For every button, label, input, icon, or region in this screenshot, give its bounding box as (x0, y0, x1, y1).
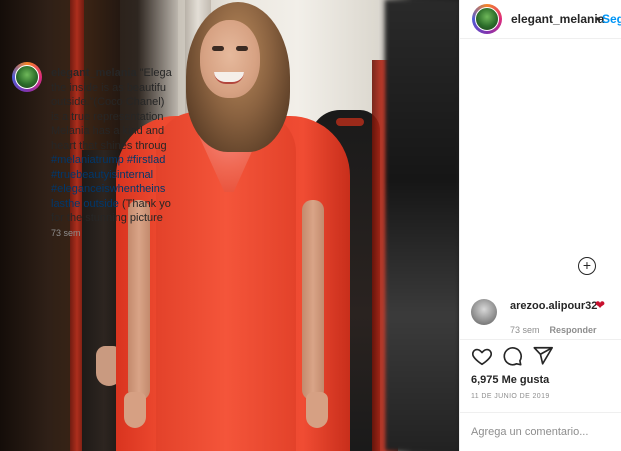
photo-eye (212, 46, 224, 51)
comment-meta: 73 sem Responder (510, 325, 597, 335)
photo-hand-left (124, 392, 146, 428)
post-date: 11 DE JUNIO DE 2019 (471, 393, 550, 400)
caption-avatar[interactable] (12, 62, 42, 92)
caption-line: the inside is as beautifu (51, 81, 166, 94)
post-header: elegant_melania • Segu (460, 0, 621, 39)
caption-timestamp: 73 sem (51, 228, 81, 238)
comment-timestamp: 73 sem (510, 325, 540, 335)
caption-text: "Elega (136, 67, 172, 79)
photo-guard-stripe (336, 118, 364, 126)
follow-button[interactable]: Segu (602, 12, 621, 26)
share-icon[interactable] (532, 345, 554, 367)
comment-icon[interactable] (501, 345, 523, 367)
photo-blur-dark (385, 0, 459, 451)
heart-emoji-icon: ❤ (595, 298, 606, 312)
caption-line: Melania has a kind and (51, 125, 165, 137)
caption-text: (Thank yo (118, 197, 171, 210)
avatar[interactable] (472, 4, 502, 34)
hashtag-link[interactable]: #melaniatrump #firstlad (51, 153, 191, 168)
caption-line: heart that shines throug (51, 139, 167, 152)
caption-username[interactable]: elegant_melania (51, 67, 137, 79)
photo-arm-right (302, 200, 324, 400)
heart-icon[interactable] (471, 345, 493, 367)
post-username[interactable]: elegant_melania (511, 12, 604, 26)
caption-line: elegant_melania "Elega (51, 66, 191, 81)
photo-hand-right (306, 392, 328, 428)
comment-avatar[interactable] (471, 299, 497, 325)
post-caption: elegant_melania "Elega the inside is as … (51, 66, 191, 226)
photo-arm-left (128, 200, 150, 400)
divider (459, 339, 621, 340)
comment-username[interactable]: arezoo.alipour32 (510, 300, 597, 312)
hashtag-link[interactable]: #eleganceiswhentheins (51, 182, 191, 197)
likes-count[interactable]: 6,975 Me gusta (471, 374, 549, 386)
caption-line: for the stunning picture (51, 212, 163, 224)
photo-eye (236, 46, 248, 51)
hashtag-link[interactable]: #truebeautyisinternal (51, 168, 191, 183)
add-circle-icon[interactable]: + (578, 257, 596, 275)
divider (459, 412, 621, 413)
hashtag-link[interactable]: lasthe outside (51, 198, 119, 210)
comment-input[interactable] (471, 420, 616, 444)
photo-face (200, 20, 260, 98)
caption-line: outside."(Coco Chanel) (51, 96, 165, 108)
separator-dot: • (596, 12, 601, 26)
reply-button[interactable]: Responder (550, 325, 597, 335)
caption-line: lasthe outside (Thank yo (51, 197, 191, 212)
caption-line: is a true representation (51, 110, 164, 123)
